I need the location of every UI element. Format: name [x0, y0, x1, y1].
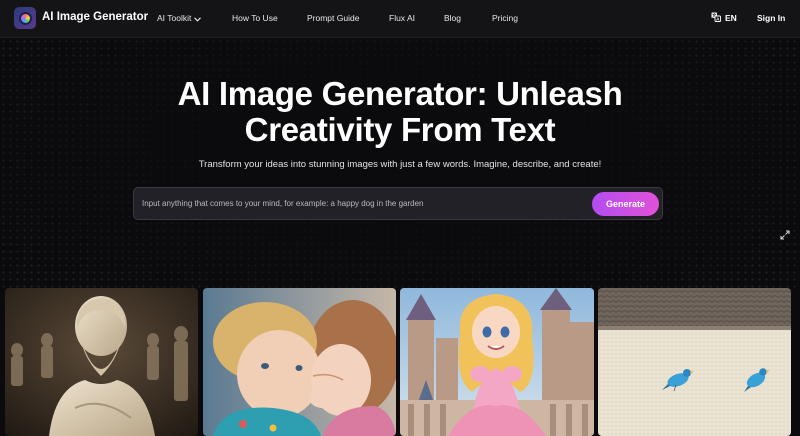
nav-item-label: AI Toolkit — [157, 13, 192, 23]
nav-item-ai-toolkit[interactable]: AI Toolkit — [157, 13, 202, 24]
page-title-line-1: AI Image Generator: Unleash — [177, 75, 623, 112]
prompt-input[interactable] — [142, 188, 582, 219]
nav-item-how-to-use[interactable]: How To Use — [232, 13, 278, 23]
nav-item-pricing[interactable]: Pricing — [492, 13, 518, 23]
page-subtitle: Transform your ideas into stunning image… — [198, 159, 602, 170]
prompt-box: Generate — [133, 187, 663, 220]
cartoon-princess-image[interactable] — [400, 288, 594, 436]
language-selector[interactable]: 文A EN — [711, 12, 737, 24]
translate-icon: 文A — [711, 12, 721, 24]
example-gallery — [0, 288, 800, 436]
generate-button[interactable]: Generate — [592, 192, 659, 216]
page-title: AI Image Generator: Unleash Creativity F… — [0, 76, 800, 148]
marble-bust-image[interactable] — [5, 288, 198, 436]
birds-on-wall-image[interactable] — [598, 288, 791, 436]
nav-item-blog[interactable]: Blog — [444, 13, 461, 23]
language-label: EN — [725, 13, 737, 23]
nav-item-flux-ai[interactable]: Flux AI — [389, 13, 415, 23]
logo-text[interactable]: AI Image Generator — [42, 11, 148, 23]
page-title-line-2: Creativity From Text — [244, 111, 556, 148]
sign-in-button[interactable]: Sign In — [757, 13, 785, 23]
top-navigation: AI Image Generator AI Toolkit How To Use… — [0, 0, 800, 38]
chevron-down-icon — [194, 14, 202, 24]
nav-item-prompt-guide[interactable]: Prompt Guide — [307, 13, 359, 23]
hugging-children-image[interactable] — [203, 288, 396, 436]
expand-icon[interactable] — [780, 227, 790, 240]
logo-icon[interactable] — [14, 7, 36, 29]
